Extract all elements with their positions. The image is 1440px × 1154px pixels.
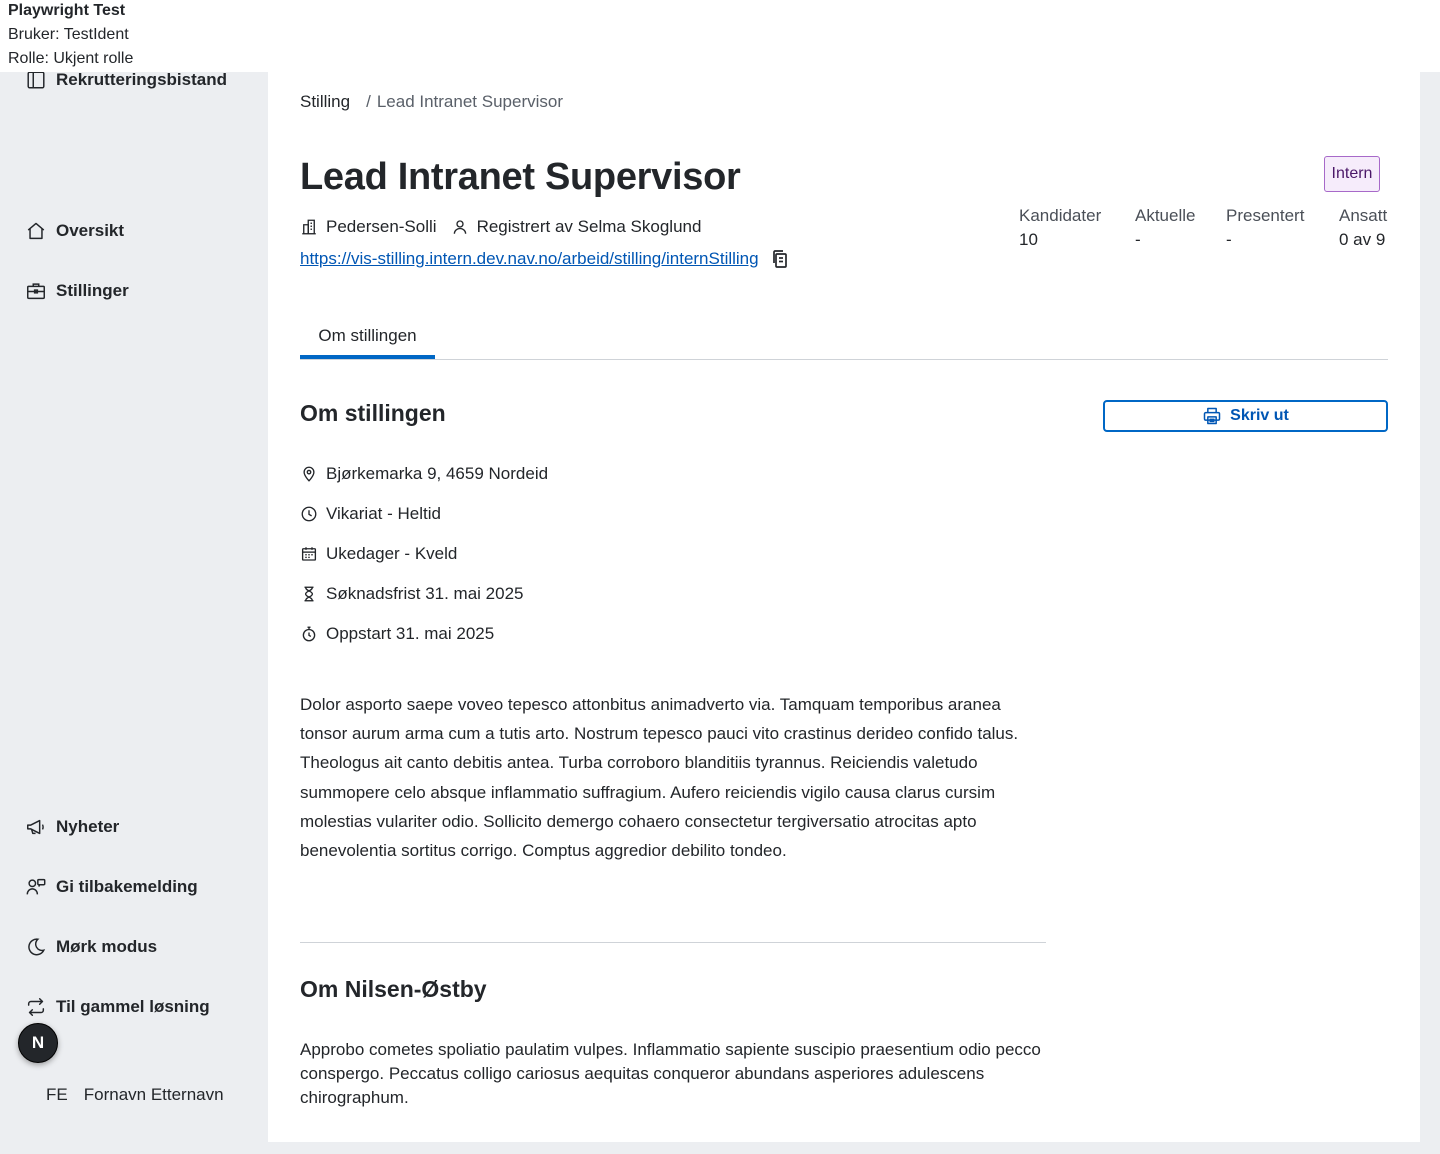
- fact-text: Ukedager - Kveld: [326, 544, 458, 563]
- dev-banner-user: Bruker: TestIdent: [8, 26, 129, 43]
- breadcrumb-separator: /: [366, 92, 371, 111]
- stat-label: Kandidater: [1019, 206, 1102, 225]
- tab-om-stillingen[interactable]: Om stillingen: [300, 314, 435, 358]
- printer-icon: [1202, 406, 1230, 426]
- employer-name: Pedersen-Solli: [326, 217, 437, 236]
- user-menu[interactable]: FE Fornavn Etternavn: [46, 1083, 224, 1107]
- job-meta: Pedersen-Solli Registrert av Selma Skogl…: [300, 215, 701, 239]
- feedback-icon: [24, 875, 48, 899]
- sidebar-item-label: Mørk modus: [56, 937, 158, 956]
- sidebar-item-til-gammel-losning[interactable]: Til gammel løsning: [24, 993, 210, 1021]
- calendar-icon: [300, 545, 318, 563]
- sidebar: Rekrutteringsbistand Oversikt Stillinger…: [0, 70, 268, 1154]
- stat-label: Presentert: [1226, 206, 1305, 225]
- hourglass-icon: [300, 585, 318, 603]
- page-background: [1420, 72, 1440, 1154]
- moon-icon: [24, 935, 48, 959]
- stat-kandidater: Kandidater 10: [1019, 206, 1101, 250]
- home-icon: [24, 219, 48, 243]
- stat-value: 10: [1019, 230, 1038, 249]
- section-divider: [300, 942, 1046, 943]
- stat-label: Ansatt: [1339, 206, 1388, 225]
- person-icon: [451, 218, 469, 236]
- job-description: Dolor asporto saepe voveo tepesco attonb…: [300, 695, 1019, 861]
- arrows-swap-icon: [24, 995, 48, 1019]
- devtools-fab-button[interactable]: N: [18, 1023, 58, 1063]
- fact-text: Oppstart 31. mai 2025: [326, 624, 495, 643]
- dev-banner-role: Rolle: Ukjent rolle: [8, 50, 134, 67]
- stat-value: -: [1226, 230, 1232, 249]
- app-name: Rekrutteringsbistand: [56, 70, 227, 89]
- fact-text: Søknadsfrist 31. mai 2025: [326, 584, 524, 603]
- breadcrumb-current: Lead Intranet Supervisor: [376, 92, 563, 111]
- stat-ansatt: Ansatt 0 av 9: [1339, 206, 1387, 250]
- user-initials: FE: [46, 1085, 68, 1104]
- print-button[interactable]: Skriv ut: [1103, 400, 1388, 432]
- building-icon: [300, 218, 318, 236]
- stat-presentert: Presentert -: [1226, 206, 1304, 250]
- dev-info-banner: Playwright Test Bruker: TestIdent Rolle:…: [0, 0, 1440, 72]
- stat-aktuelle: Aktuelle -: [1135, 206, 1195, 250]
- sidebar-item-label: Oversikt: [56, 221, 125, 240]
- tab-divider: [300, 359, 1388, 360]
- fact-work-days: Ukedager - Kveld: [300, 542, 548, 566]
- sidebar-item-label: Nyheter: [56, 817, 120, 836]
- stat-label: Aktuelle: [1135, 206, 1196, 225]
- copy-icon: [771, 249, 789, 269]
- breadcrumb: Stilling / Lead Intranet Supervisor: [300, 92, 563, 112]
- fact-address: Bjørkemarka 9, 4659 Nordeid: [300, 462, 548, 486]
- user-name: Fornavn Etternavn: [83, 1085, 224, 1104]
- sidebar-item-label: Gi tilbakemelding: [56, 877, 198, 896]
- job-url-link[interactable]: https://vis-stilling.intern.dev.nav.no/a…: [300, 249, 759, 269]
- fab-letter: N: [31, 1033, 45, 1052]
- registered-by: Registrert av Selma Skoglund: [476, 217, 702, 236]
- clock-icon: [300, 505, 318, 523]
- briefcase-icon: [24, 279, 48, 303]
- page-title: Lead Intranet Supervisor: [300, 156, 741, 198]
- sidebar-item-oversikt[interactable]: Oversikt: [24, 217, 124, 245]
- fact-start-date: Oppstart 31. mai 2025: [300, 622, 548, 646]
- stat-value: 0 av 9: [1339, 230, 1386, 249]
- stopwatch-icon: [300, 625, 318, 643]
- section-heading-about: Om stillingen: [300, 400, 446, 426]
- job-facts-list: Bjørkemarka 9, 4659 Nordeid Vikariat - H…: [300, 462, 548, 662]
- sidebar-item-nyheter[interactable]: Nyheter: [24, 813, 119, 841]
- section-heading-employer: Om Nilsen-Østby: [300, 976, 487, 1002]
- fact-text: Vikariat - Heltid: [326, 504, 441, 523]
- copy-button[interactable]: [769, 248, 791, 270]
- print-button-label: Skriv ut: [1230, 407, 1289, 424]
- breadcrumb-link-stilling[interactable]: Stilling: [300, 92, 350, 111]
- sidebar-item-gi-tilbakemelding[interactable]: Gi tilbakemelding: [24, 873, 198, 901]
- location-pin-icon: [300, 465, 318, 483]
- fact-deadline: Søknadsfrist 31. mai 2025: [300, 582, 548, 606]
- sidebar-item-label: Stillinger: [56, 281, 129, 300]
- sidebar-item-stillinger[interactable]: Stillinger: [24, 277, 129, 305]
- job-link-row: https://vis-stilling.intern.dev.nav.no/a…: [300, 247, 791, 271]
- stat-value: -: [1135, 230, 1141, 249]
- fact-text: Bjørkemarka 9, 4659 Nordeid: [326, 464, 549, 483]
- sidebar-item-label: Til gammel løsning: [56, 997, 210, 1016]
- dev-banner-title: Playwright Test: [8, 2, 126, 19]
- status-badge: Intern: [1324, 156, 1380, 192]
- main-content: Stilling / Lead Intranet Supervisor Lead I…: [268, 84, 1420, 1142]
- fact-employment-type: Vikariat - Heltid: [300, 502, 548, 526]
- page-background: [268, 1142, 1440, 1154]
- sidebar-item-mork-modus[interactable]: Mørk modus: [24, 933, 157, 961]
- megaphone-icon: [24, 815, 48, 839]
- employer-description: Approbo cometes spoliatio paulatim vulpe…: [300, 1040, 1041, 1107]
